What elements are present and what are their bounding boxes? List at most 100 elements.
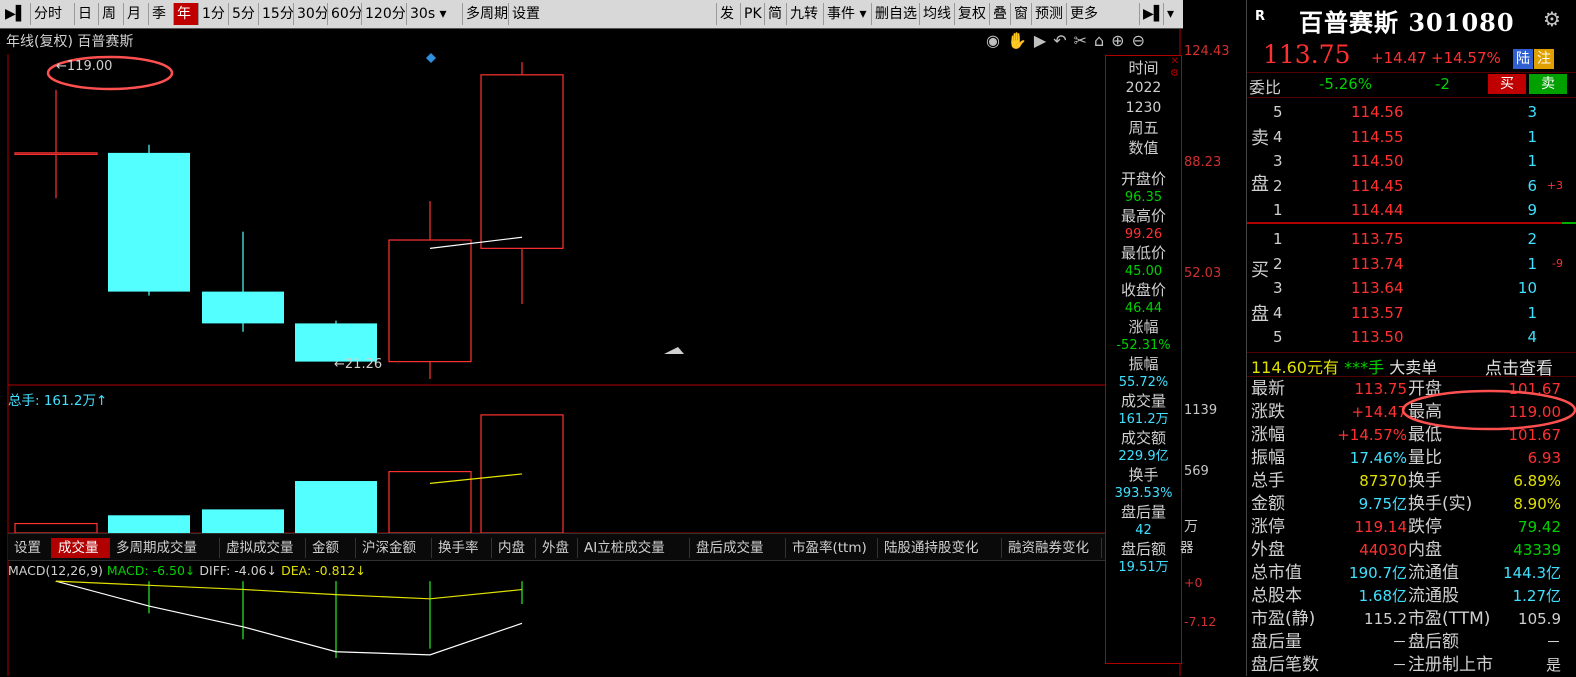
stat-label: 总市值 xyxy=(1251,563,1302,583)
stat-label: 跌停 xyxy=(1408,517,1442,537)
order-book-row[interactable]: 5 113.50 4 xyxy=(1247,325,1576,349)
indicator-tab[interactable]: 内盘 xyxy=(492,538,536,558)
order-book-vol: 2 xyxy=(1527,230,1537,248)
info-label: 涨幅 xyxy=(1128,318,1159,336)
indicator-tab[interactable]: AI立桩成交量 xyxy=(578,538,690,558)
period-tab[interactable]: 5分 xyxy=(228,3,258,25)
stat-value: 6.93 xyxy=(1527,449,1561,467)
crosshair-info-panel: ✕ ⚙ 时间 2022 1230 周五 数值 开盘价 96.35 最高价 99.26 最… xyxy=(1105,55,1182,664)
kline-chart-area[interactable]: 年线(复权) 百普赛斯 ◉✋▶↶✂⌂⊕⊖ ←119.00 ←21.26 124.… xyxy=(0,29,1230,676)
order-book-row[interactable]: 2 114.45 6 +3 xyxy=(1247,174,1576,198)
macd-label: MACD(12,26,9) MACD: -6.50↓ DIFF: -4.06↓ … xyxy=(8,563,366,578)
toolbar-tool[interactable]: 删自选 xyxy=(871,3,919,25)
hk-connect-tag[interactable]: 陆 xyxy=(1513,49,1533,69)
expand-right-icon[interactable]: ▶▌ xyxy=(1139,3,1165,25)
indicator-tab[interactable]: 多周期成交量 xyxy=(110,538,220,558)
period-tab[interactable]: 1分 xyxy=(198,3,228,25)
indicator-tab[interactable]: 金额 xyxy=(306,538,356,558)
indicator-tab-tail[interactable]: 器 xyxy=(1180,536,1194,556)
sell-button[interactable]: 卖 xyxy=(1529,74,1567,94)
info-label: 最低价 xyxy=(1120,244,1166,262)
order-book-row[interactable]: 1 113.75 2 xyxy=(1247,227,1576,251)
period-tab[interactable]: 月 xyxy=(123,3,148,25)
toolbar-tool[interactable]: 预测 xyxy=(1031,3,1066,25)
order-book-row[interactable]: 1 114.44 9 xyxy=(1247,198,1576,222)
toolbar-tool[interactable]: 更多 xyxy=(1066,3,1102,25)
period-tab[interactable]: 季 xyxy=(148,3,173,25)
toolbar-tool[interactable]: PK xyxy=(740,3,764,25)
order-book-vol: 1 xyxy=(1527,254,1537,273)
indicator-tab[interactable]: 成交量 xyxy=(52,538,110,558)
toolbar-tool[interactable]: 叠 xyxy=(989,3,1010,25)
low-annotation: ←21.26 xyxy=(334,357,383,372)
settings-icon[interactable]: ⚙ xyxy=(1543,7,1561,31)
info-label: 成交额 xyxy=(1120,429,1166,447)
order-book-lvl: 4 xyxy=(1273,303,1283,322)
info-value: 45.00 xyxy=(1124,264,1163,279)
order-book-vol: 1 xyxy=(1527,127,1537,146)
toolbar-tool[interactable]: 九转 xyxy=(786,3,823,25)
period-tab[interactable]: 15分 xyxy=(258,3,294,25)
period-tab[interactable]: 日 xyxy=(74,3,98,25)
period-toolbar: ▶▌ 分时日周月季年 1分 5分 15分 30分 60分 120分 30s ▾ 多周期 设置 发P… xyxy=(0,0,1183,29)
order-book-row[interactable]: 5 114.56 3 xyxy=(1247,100,1576,124)
order-book-row[interactable]: 4 113.57 1 xyxy=(1247,301,1576,325)
period-tab[interactable]: 60分 xyxy=(327,3,363,25)
order-book-row[interactable]: 3 113.64 10 xyxy=(1247,276,1576,300)
highlight-circle xyxy=(1401,389,1576,431)
toolbar-tool[interactable]: 均线 xyxy=(919,3,954,25)
order-book-row[interactable]: 3 114.50 1 xyxy=(1247,149,1576,173)
period-tab[interactable]: 设置 xyxy=(508,3,544,25)
candle-body xyxy=(14,152,98,155)
indicator-tab[interactable]: 虚拟成交量 xyxy=(220,538,306,558)
order-book-lvl: 4 xyxy=(1273,127,1283,146)
indicator-tab[interactable]: 设置 xyxy=(8,538,52,558)
indicator-tab[interactable]: 沪深金额 xyxy=(356,538,432,558)
price-axis-label: 124.43 xyxy=(1184,44,1230,59)
registration-tag[interactable]: 注 xyxy=(1534,49,1554,69)
indicator-tab[interactable]: 融资融券变化 xyxy=(1002,538,1102,558)
candle-body xyxy=(108,152,190,292)
toolbar-tool[interactable]: 事件 ▾ xyxy=(823,3,871,25)
period-tab[interactable]: 30分 xyxy=(293,3,329,25)
chart-canvas[interactable] xyxy=(0,29,1183,676)
stat-label: 换手 xyxy=(1408,471,1442,491)
period-tab[interactable]: 多周期 xyxy=(462,3,508,25)
indicator-tab[interactable]: 市盈率(ttm) xyxy=(786,538,878,558)
order-book-price: 113.57 xyxy=(1351,303,1404,322)
period-tab[interactable]: 周 xyxy=(98,3,123,25)
weibi-pct: -5.26% xyxy=(1319,75,1373,93)
stat-value: 17.46% xyxy=(1349,449,1407,467)
collapse-left-icon[interactable]: ▶▌ xyxy=(2,3,28,25)
indicator-tab[interactable]: 换手率 xyxy=(432,538,492,558)
buy-button[interactable]: 买 xyxy=(1488,74,1526,94)
indicator-tab[interactable]: 外盘 xyxy=(536,538,578,558)
close-icon[interactable]: ✕ xyxy=(1171,56,1179,67)
order-book-vol: 1 xyxy=(1527,152,1537,170)
big-order-row[interactable]: 114.60元有 ***手 大卖单 xyxy=(1251,354,1437,378)
period-tab[interactable]: 30s ▾ xyxy=(406,3,462,25)
toolbar-tool[interactable]: 窗 xyxy=(1010,3,1031,25)
event-marker-icon[interactable] xyxy=(426,53,436,63)
period-tab[interactable]: 年 xyxy=(173,3,198,25)
gear-icon[interactable]: ⚙ xyxy=(1170,68,1179,79)
order-book-lvl: 1 xyxy=(1273,230,1283,248)
stock-code: 301080 xyxy=(1408,8,1515,37)
indicator-tab[interactable]: 盘后成交量 xyxy=(690,538,786,558)
period-tab[interactable]: 分时 xyxy=(30,3,74,25)
order-book-row[interactable]: 2 113.74 1 -9 xyxy=(1247,252,1576,276)
toolbar-tool[interactable]: 发 xyxy=(716,3,740,25)
macd-axis-label: -7.12 xyxy=(1184,614,1217,629)
order-book-lvl: 5 xyxy=(1273,328,1283,346)
stat-row: 总市值 190.7亿 流通值 144.3亿 xyxy=(1247,561,1576,585)
period-tab[interactable]: 120分 xyxy=(361,3,406,25)
info-value: 161.2万 xyxy=(1118,412,1169,427)
stat-label: 盘后额 xyxy=(1408,632,1459,652)
order-book-row[interactable]: 4 114.55 1 xyxy=(1247,125,1576,149)
stat-value: 1.27亿 xyxy=(1512,587,1561,605)
toolbar-tool[interactable]: 复权 xyxy=(954,3,989,25)
last-price: 113.75 xyxy=(1263,40,1351,69)
toolbar-tool[interactable]: 简 xyxy=(764,3,786,25)
chevron-down-icon[interactable]: ▾ xyxy=(1163,3,1181,25)
indicator-tab[interactable]: 陆股通持股变化 xyxy=(878,538,1002,558)
